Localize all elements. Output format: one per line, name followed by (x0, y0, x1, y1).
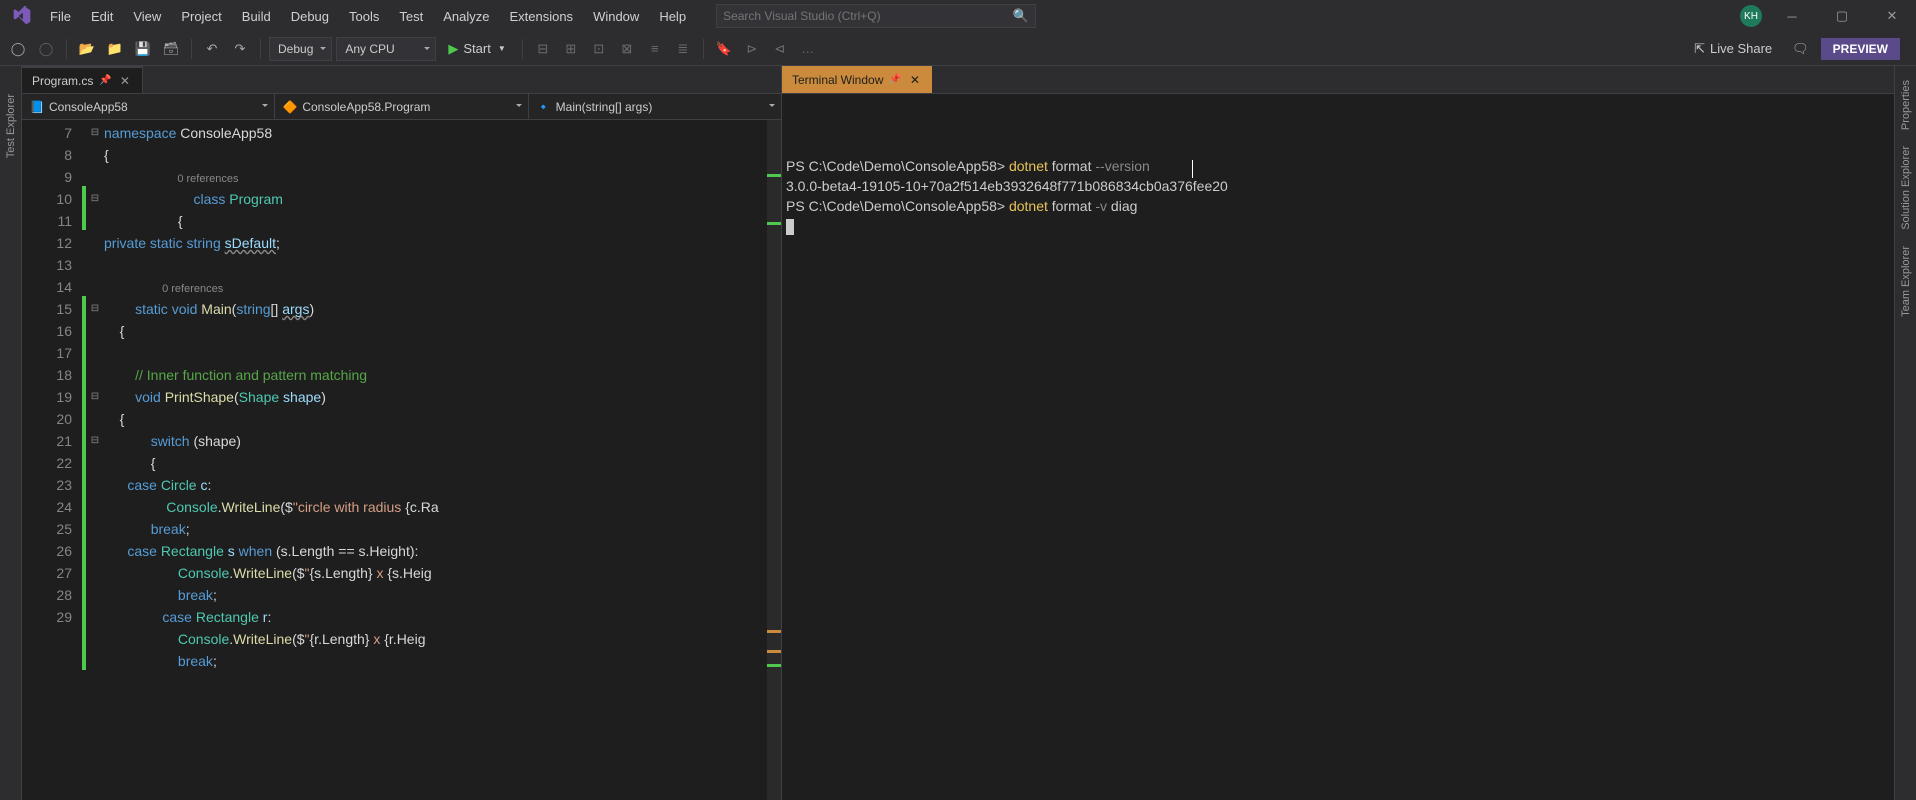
start-label: Start (463, 41, 490, 56)
nav-method[interactable]: 🔹 Main(string[] args) (529, 94, 781, 119)
menu-test[interactable]: Test (389, 5, 433, 28)
play-icon: ▶ (448, 41, 458, 57)
terminal-body[interactable]: PS C:\Code\Demo\ConsoleApp58> dotnet for… (782, 94, 1894, 800)
menu-debug[interactable]: Debug (281, 5, 339, 28)
save-all-icon[interactable]: 🗃 (159, 37, 183, 61)
save-icon[interactable]: 💾 (131, 37, 155, 61)
code-lines[interactable]: namespace ConsoleApp58{ 0 references cla… (104, 120, 781, 800)
menu-edit[interactable]: Edit (81, 5, 123, 28)
step4-icon[interactable]: ⊠ (615, 37, 639, 61)
menu-extensions[interactable]: Extensions (499, 5, 583, 28)
csproj-icon: 📘 (30, 100, 44, 114)
step5-icon[interactable]: ≡ (643, 37, 667, 61)
undo-icon[interactable]: ↶ (200, 37, 224, 61)
menu-project[interactable]: Project (171, 5, 231, 28)
terminal-pane: Terminal Window 📌 ✕ PS C:\Code\Demo\Cons… (782, 66, 1894, 800)
toolbar: ◯ ◯ 📂 📁 💾 🗃 ↶ ↷ Debug Any CPU ▶ Start ▼ … (0, 32, 1916, 66)
menu-tools[interactable]: Tools (339, 5, 389, 28)
fold-column: ⊟⊟⊟⊟⊟ (86, 120, 104, 800)
live-share-label: Live Share (1710, 41, 1772, 56)
file-tab-program[interactable]: Program.cs 📌 ✕ (22, 66, 143, 93)
test-explorer-tab[interactable]: Test Explorer (3, 86, 19, 166)
menu-analyze[interactable]: Analyze (433, 5, 499, 28)
terminal-tab-bar: Terminal Window 📌 ✕ (782, 66, 1894, 94)
user-avatar[interactable]: KH (1740, 5, 1762, 27)
text-cursor-icon (1192, 160, 1193, 178)
redo-icon[interactable]: ↷ (228, 37, 252, 61)
bm2-icon[interactable]: ⊳ (740, 37, 764, 61)
solution-explorer-tab[interactable]: Solution Explorer (1898, 138, 1914, 238)
close-tab-icon[interactable]: ✕ (118, 74, 132, 88)
bookmark-icon[interactable]: 🔖 (712, 37, 736, 61)
editor-pane: Program.cs 📌 ✕ 📘 ConsoleApp58 🔶 ConsoleA… (22, 66, 782, 800)
nav-fwd-icon[interactable]: ◯ (34, 37, 58, 61)
scroll-preview[interactable] (767, 120, 781, 800)
terminal-tab[interactable]: Terminal Window 📌 ✕ (782, 66, 932, 93)
live-share-button[interactable]: ⇱ Live Share (1686, 41, 1780, 57)
line-gutter: 7891011121314151617181920212223242526272… (22, 120, 82, 800)
pin-icon[interactable]: 📌 (99, 75, 111, 86)
terminal-close-icon[interactable]: ✕ (908, 73, 922, 87)
left-tool-tabs: Test Explorer (0, 66, 22, 800)
maximize-button[interactable]: ▢ (1822, 2, 1862, 30)
preview-button[interactable]: PREVIEW (1821, 38, 1900, 60)
nav-back-icon[interactable]: ◯ (6, 37, 30, 61)
vs-logo (10, 4, 34, 28)
step-icon[interactable]: ⊟ (531, 37, 555, 61)
class-icon: 🔶 (283, 100, 297, 114)
menu-help[interactable]: Help (649, 5, 696, 28)
new-project-icon[interactable]: 📂 (75, 37, 99, 61)
menu-view[interactable]: View (123, 5, 171, 28)
nav-project[interactable]: 📘 ConsoleApp58 (22, 94, 275, 119)
search-input[interactable] (723, 9, 1013, 23)
open-icon[interactable]: 📁 (103, 37, 127, 61)
search-box[interactable]: 🔍 (716, 4, 1036, 28)
platform-dropdown[interactable]: Any CPU (336, 37, 436, 61)
file-tab-label: Program.cs (32, 74, 93, 88)
menu-bar: FileEditViewProjectBuildDebugToolsTestAn… (0, 0, 1916, 32)
feedback-icon[interactable]: 🗨 (1792, 41, 1809, 57)
terminal-pin-icon[interactable]: 📌 (889, 74, 901, 85)
search-icon: 🔍 (1013, 8, 1029, 24)
nav-bar: 📘 ConsoleApp58 🔶 ConsoleApp58.Program 🔹 … (22, 94, 781, 120)
share-icon: ⇱ (1694, 41, 1705, 57)
close-button[interactable]: ✕ (1872, 2, 1912, 30)
editor-tab-bar: Program.cs 📌 ✕ (22, 66, 781, 94)
minimize-button[interactable]: ─ (1772, 2, 1812, 30)
nav-class[interactable]: 🔶 ConsoleApp58.Program (275, 94, 528, 119)
terminal-tab-label: Terminal Window (792, 73, 883, 87)
step3-icon[interactable]: ⊡ (587, 37, 611, 61)
step6-icon[interactable]: ≣ (671, 37, 695, 61)
code-area[interactable]: 7891011121314151617181920212223242526272… (22, 120, 781, 800)
properties-tab[interactable]: Properties (1898, 72, 1914, 138)
menu-file[interactable]: File (40, 5, 81, 28)
menu-window[interactable]: Window (583, 5, 649, 28)
start-button[interactable]: ▶ Start ▼ (440, 39, 513, 59)
team-explorer-tab[interactable]: Team Explorer (1898, 238, 1914, 325)
menu-build[interactable]: Build (232, 5, 281, 28)
method-icon: 🔹 (537, 100, 551, 114)
bm3-icon[interactable]: ⊲ (768, 37, 792, 61)
right-tool-tabs: Properties Solution Explorer Team Explor… (1894, 66, 1916, 800)
bm4-icon[interactable]: … (796, 37, 820, 61)
config-dropdown[interactable]: Debug (269, 37, 332, 61)
step2-icon[interactable]: ⊞ (559, 37, 583, 61)
